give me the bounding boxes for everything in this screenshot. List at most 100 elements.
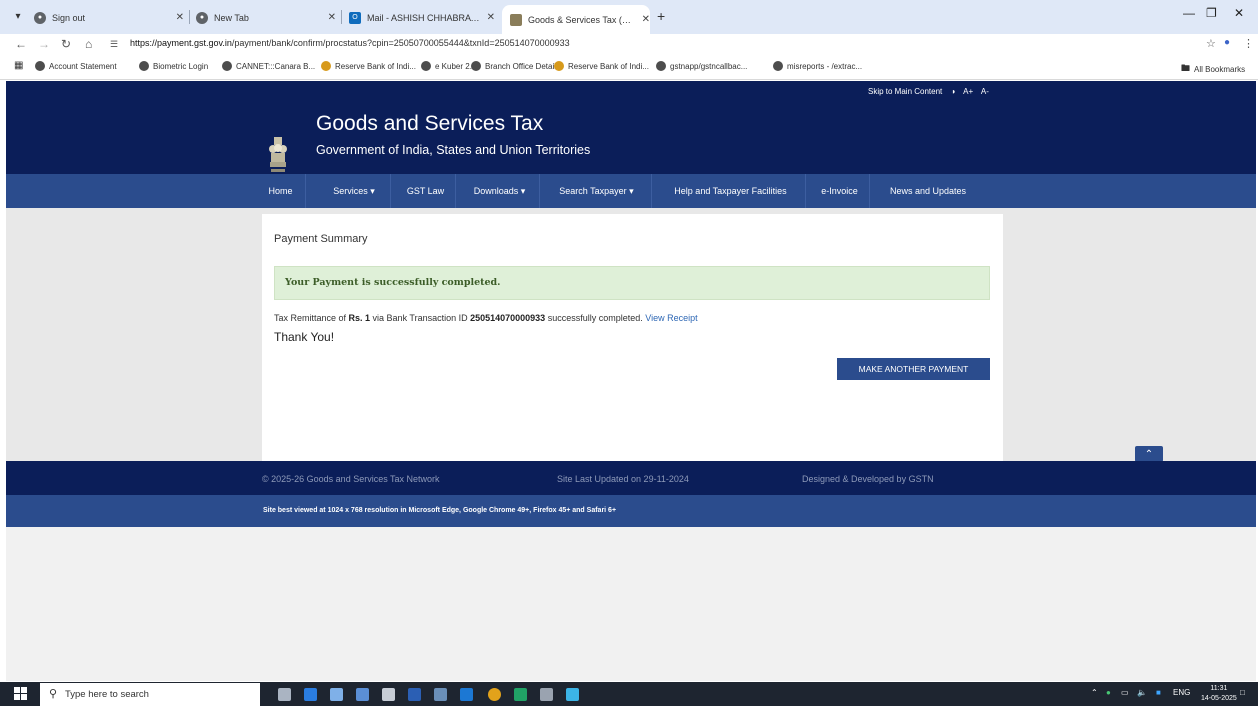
bookmark-item[interactable]: Biometric Login [139,61,208,71]
gst-emblem-icon [510,13,522,26]
volume-icon[interactable]: 🔈 [1137,688,1147,697]
footer-last-updated: Site Last Updated on 29-11-2024 [557,474,689,484]
globe-icon [222,61,232,71]
bookmark-label: gstnapp/gstncallbac... [670,61,748,71]
globe-icon [656,61,666,71]
search-placeholder: Type here to search [65,689,149,700]
all-bookmarks-button[interactable]: 🖿 All Bookmarks [1181,61,1245,77]
nav-news-updates[interactable]: News and Updates [874,174,982,208]
taskbar-app-icon[interactable] [434,688,447,701]
accessibility-bar: Skip to Main Content ◑ A+ A- [868,87,995,96]
close-tab-icon[interactable]: ✕ [176,12,184,23]
new-tab-plus-icon[interactable]: + [657,8,665,24]
chrome-icon[interactable] [488,688,501,701]
make-another-payment-button[interactable]: MAKE ANOTHER PAYMENT [837,358,990,380]
close-tab-icon[interactable]: ✕ [642,14,650,25]
folder-icon: 🖿 [1181,63,1191,73]
clock-time: 11:31 [1210,685,1228,692]
bookmark-item[interactable]: CANNET:::Canara B... [222,61,315,71]
nav-e-invoice[interactable]: e-Invoice [810,174,870,208]
taskbar-app-icon[interactable] [566,688,579,701]
skip-to-main-link[interactable]: Skip to Main Content [868,87,942,96]
nav-gst-law[interactable]: GST Law [396,174,456,208]
screen: ▾ ● Sign out ✕ ● New Tab ✕ O Mail - ASHI… [0,0,1258,706]
view-receipt-link[interactable]: View Receipt [645,313,697,323]
font-decrease-button[interactable]: A- [981,87,989,96]
bookmark-item[interactable]: Reserve Bank of Indi... [554,61,649,71]
nav-services[interactable]: Services ▾ [318,174,391,208]
nav-downloads[interactable]: Downloads ▾ [460,174,540,208]
bookmark-item[interactable]: Reserve Bank of Indi... [321,61,416,71]
bookmark-label: Reserve Bank of Indi... [335,61,416,71]
bookmark-item[interactable]: Branch Office Details [471,61,560,71]
browser-tab-mail[interactable]: O Mail - ASHISH CHHABRA - Out ✕ [349,5,495,30]
browser-tab-gst-active[interactable]: Goods & Services Tax (GST) | Pa ✕ [502,5,650,34]
back-arrow-icon[interactable]: ← [15,37,27,51]
remit-middle: via Bank Transaction ID [370,313,471,323]
url-path: /payment/bank/confirm/procstatus?cpin=25… [231,38,570,48]
nav-home[interactable]: Home [256,174,306,208]
word-icon[interactable] [408,688,421,701]
reload-icon[interactable]: ↻ [61,37,71,51]
bookmark-star-icon[interactable]: ☆ [1206,37,1216,50]
tray-app-icon[interactable]: ■ [1156,688,1161,697]
minimize-icon[interactable]: — [1183,6,1195,20]
address-bar[interactable]: https://payment.gst.gov.in/payment/bank/… [130,38,570,48]
language-indicator[interactable]: ENG [1173,688,1190,697]
taskbar-app-icon[interactable] [304,688,317,701]
bookmark-item[interactable]: misreports - /extrac... [773,61,862,71]
task-view-icon[interactable] [278,688,291,701]
font-increase-button[interactable]: A+ [963,87,973,96]
bookmark-item[interactable]: Account Statement [35,61,117,71]
profile-avatar-icon[interactable]: ● [1224,37,1230,48]
system-clock[interactable]: 11:31 14-05-2025 [1201,684,1237,704]
bookmark-item[interactable]: e Kuber 2.0 [421,61,476,71]
notifications-icon[interactable]: □ [1240,688,1245,697]
taskbar-search-box[interactable]: ⚲ Type here to search [40,683,260,706]
bookmarks-bar: ▦ Account Statement Biometric Login CANN… [0,56,1258,80]
rbi-icon [554,61,564,71]
browser-menu-icon[interactable]: ⋮ [1243,37,1254,50]
close-tab-icon[interactable]: ✕ [328,12,336,23]
tab-divider [341,10,342,24]
browser-tab-new-tab[interactable]: ● New Tab ✕ [196,5,336,30]
globe-icon [139,61,149,71]
windows-start-icon[interactable] [14,687,28,701]
taskbar-app-icon[interactable] [330,688,343,701]
bookmark-label: Branch Office Details [485,61,560,71]
nav-help-taxpayer-facilities[interactable]: Help and Taxpayer Facilities [656,174,806,208]
tray-chevron-icon[interactable]: ⌃ [1091,688,1098,697]
outlook-icon[interactable] [460,688,473,701]
browser-toolbar: ← → ↻ ⌂ ☰ https://payment.gst.gov.in/pay… [0,34,1258,56]
calculator-icon[interactable] [382,688,395,701]
apps-grid-icon[interactable]: ▦ [14,60,23,71]
tab-title: Mail - ASHISH CHHABRA - Out [367,12,481,23]
forward-arrow-icon[interactable]: → [38,37,50,51]
excel-icon[interactable] [514,688,527,701]
browser-tab-strip: ▾ ● Sign out ✕ ● New Tab ✕ O Mail - ASHI… [0,0,1258,34]
footer-designed-by: Designed & Developed by GSTN [802,474,934,484]
taskbar-app-icon[interactable] [356,688,369,701]
scroll-to-top-icon[interactable]: ⌃ [1135,446,1163,462]
url-host: https://payment.gst.gov.in [130,38,232,48]
clock-date: 14-05-2025 [1201,695,1237,702]
close-window-icon[interactable]: ✕ [1234,6,1244,20]
tray-security-icon[interactable]: ● [1106,688,1111,697]
success-message: Your Payment is successfully completed. [285,277,501,288]
site-info-icon[interactable]: ☰ [110,39,118,50]
close-tab-icon[interactable]: ✕ [487,12,495,23]
footer-copyright: © 2025-26 Goods and Services Tax Network [262,474,440,484]
network-icon[interactable]: ▭ [1121,688,1129,697]
globe-icon: ● [34,11,46,24]
taskbar-app-icon[interactable] [540,688,553,701]
thank-you-text: Thank You! [274,330,335,344]
tab-list-chevron-icon[interactable]: ▾ [10,9,26,25]
browser-tab-sign-out[interactable]: ● Sign out ✕ [34,5,184,30]
remit-suffix: successfully completed. [545,313,646,323]
nav-search-taxpayer[interactable]: Search Taxpayer ▾ [542,174,652,208]
home-icon[interactable]: ⌂ [85,37,92,51]
bookmark-item[interactable]: gstnapp/gstncallbac... [656,61,747,71]
restore-window-icon[interactable]: ❐ [1206,6,1217,20]
payment-summary-heading: Payment Summary [274,233,368,245]
contrast-toggle-icon[interactable]: ◑ [951,87,956,96]
